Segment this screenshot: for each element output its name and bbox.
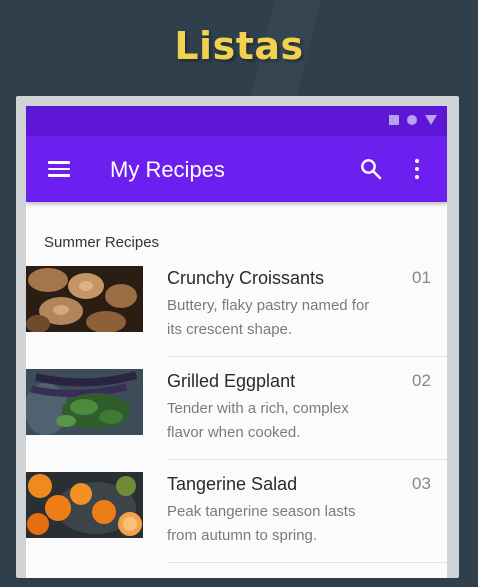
status-bar <box>26 106 447 136</box>
recipe-title: Crunchy Croissants <box>167 268 325 288</box>
recipe-description: Peak tangerine season lasts from autumn … <box>167 503 356 544</box>
slide-title: Listas <box>174 24 304 68</box>
croissant-image <box>26 266 143 332</box>
more-vert-icon[interactable] <box>412 157 422 181</box>
recipe-title: Tangerine Salad <box>167 474 298 494</box>
status-icons <box>389 115 437 125</box>
phone-frame: My Recipes Summer Recipes Crunchy Croiss… <box>16 96 459 578</box>
status-circle-icon <box>407 115 417 125</box>
list-divider <box>167 356 447 357</box>
phone-screen: My Recipes Summer Recipes Crunchy Croiss… <box>26 106 447 578</box>
app-title: My Recipes <box>110 157 225 182</box>
list-item[interactable]: Crunchy Croissants Buttery, flaky pastry… <box>26 266 447 369</box>
search-icon[interactable] <box>359 157 383 181</box>
recipe-title: Grilled Eggplant <box>167 371 296 391</box>
list-divider <box>167 459 447 460</box>
recipe-number: 03 <box>412 474 431 493</box>
recipe-description: Buttery, flaky pastry named for its cres… <box>167 297 370 338</box>
list-item[interactable]: Grilled Eggplant Tender with a rich, com… <box>26 369 447 472</box>
hamburger-menu-icon[interactable] <box>48 161 70 177</box>
status-square-icon <box>389 115 399 125</box>
app-bar: My Recipes <box>26 136 447 202</box>
list-divider <box>167 562 447 563</box>
recipe-number: 02 <box>412 371 431 390</box>
tangerine-image <box>26 472 143 538</box>
recipe-list: Crunchy Croissants Buttery, flaky pastry… <box>26 266 447 575</box>
recipe-number: 01 <box>412 268 431 287</box>
eggplant-image <box>26 369 143 435</box>
list-item[interactable]: Tangerine Salad Peak tangerine season la… <box>26 472 447 575</box>
status-triangle-icon <box>425 115 437 125</box>
section-header: Summer Recipes <box>44 234 160 251</box>
recipe-description: Tender with a rich, complex flavor when … <box>167 400 349 441</box>
